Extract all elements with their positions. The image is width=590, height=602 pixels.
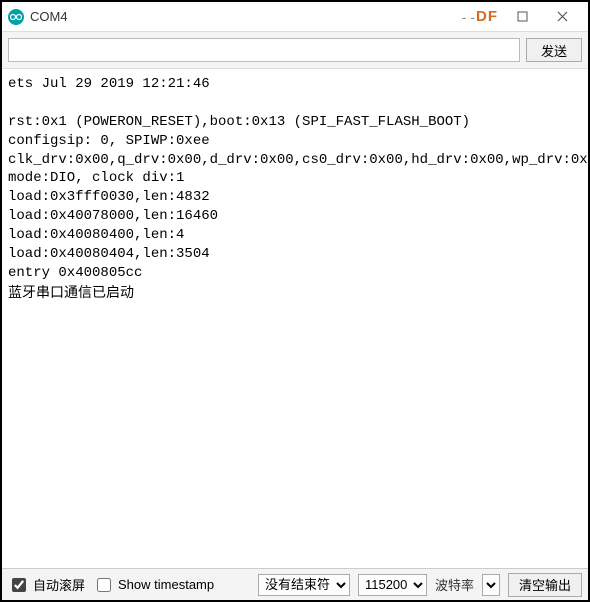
maximize-button[interactable] bbox=[502, 3, 542, 31]
watermark: DF bbox=[476, 8, 498, 25]
show-timestamp-checkbox[interactable]: Show timestamp bbox=[93, 575, 214, 595]
baud-select[interactable]: 115200 bbox=[358, 574, 427, 596]
autoscroll-label: 自动滚屏 bbox=[33, 575, 85, 594]
send-row: 发送 bbox=[2, 32, 588, 69]
send-button[interactable]: 发送 bbox=[526, 38, 582, 62]
arduino-icon bbox=[8, 9, 24, 25]
line-ending-select[interactable]: 没有结束符 bbox=[258, 574, 350, 596]
console-output[interactable]: ets Jul 29 2019 12:21:46 rst:0x1 (POWERO… bbox=[2, 69, 588, 568]
serial-monitor-window: COM4 - - DF 发送 ets Jul 29 2019 12:21:46 … bbox=[0, 0, 590, 602]
clear-output-button[interactable]: 清空输出 bbox=[508, 573, 582, 597]
send-input[interactable] bbox=[8, 38, 520, 62]
close-button[interactable] bbox=[542, 3, 582, 31]
autoscroll-checkbox[interactable]: 自动滚屏 bbox=[8, 575, 85, 595]
autoscroll-checkbox-input[interactable] bbox=[12, 578, 26, 592]
show-timestamp-label: Show timestamp bbox=[118, 577, 214, 592]
watermark-prefix: - - bbox=[462, 9, 475, 25]
console-cjk-line: 蓝牙串口通信已启动 bbox=[8, 283, 582, 302]
statusbar: 自动滚屏 Show timestamp 没有结束符 115200 波特率 清空输… bbox=[2, 568, 588, 600]
baud-extra-select[interactable] bbox=[482, 574, 500, 596]
titlebar: COM4 - - DF bbox=[2, 2, 588, 32]
show-timestamp-checkbox-input[interactable] bbox=[97, 578, 111, 592]
baud-suffix-label: 波特率 bbox=[435, 575, 474, 594]
window-title: COM4 bbox=[30, 9, 68, 24]
